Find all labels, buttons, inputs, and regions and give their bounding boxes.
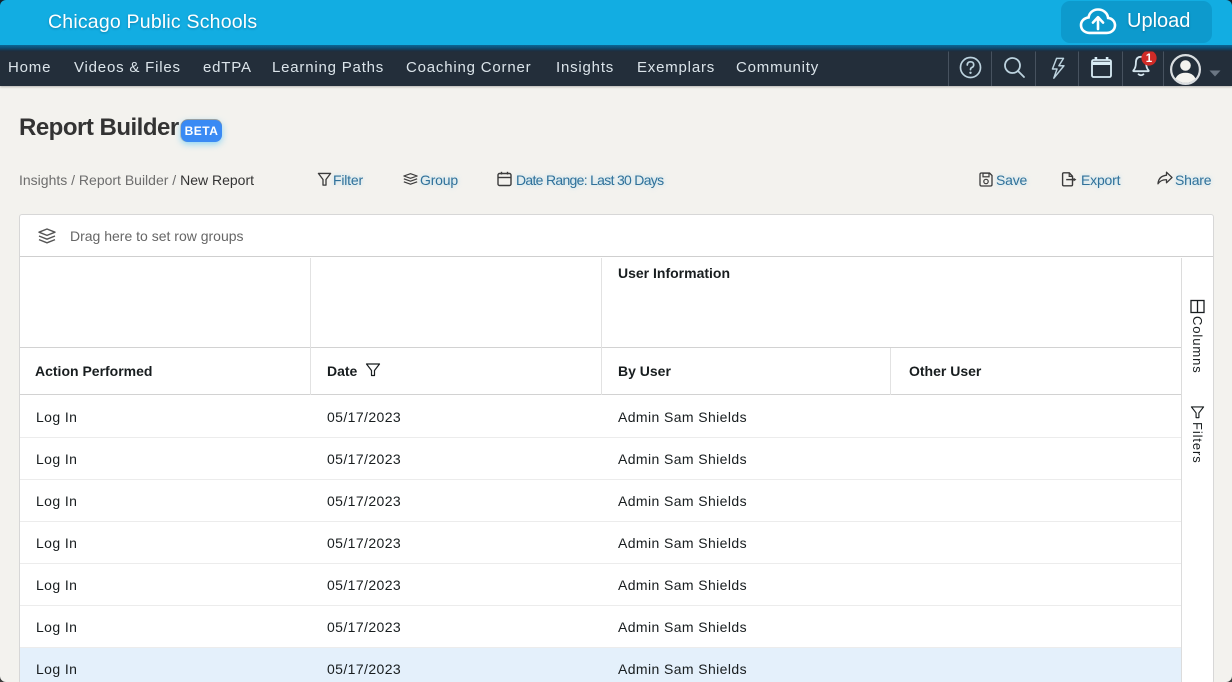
svg-text:1: 1 bbox=[1146, 53, 1153, 65]
